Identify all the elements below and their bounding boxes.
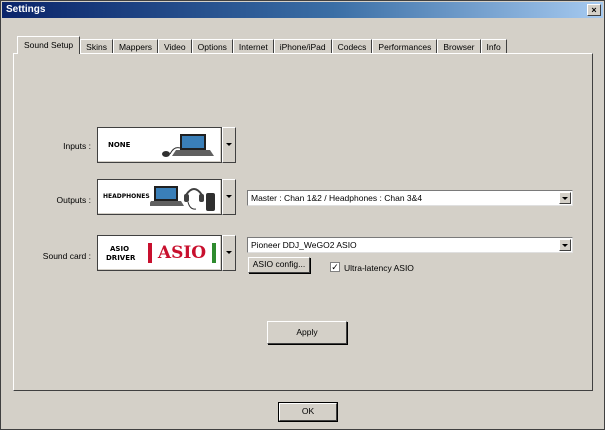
- asio-config-button[interactable]: ASIO config...: [248, 257, 310, 273]
- outputs-dropdown-button[interactable]: [222, 179, 236, 215]
- tab-codecs[interactable]: Codecs: [331, 39, 373, 54]
- inputs-label: Inputs :: [63, 141, 91, 151]
- sound-card-device-dropdown-button[interactable]: [559, 239, 571, 251]
- output-channel-select[interactable]: Master : Chan 1&2 / Headphones : Chan 3&…: [247, 190, 573, 206]
- chevron-down-icon: [226, 195, 232, 198]
- tab-info[interactable]: Info: [480, 39, 507, 54]
- sound-card-selector[interactable]: ASIO DRIVER ASIO: [97, 235, 222, 271]
- tab-mappers[interactable]: Mappers: [112, 39, 159, 54]
- sound-card-device-value: Pioneer DDJ_WeGO2 ASIO: [251, 240, 357, 250]
- chevron-down-icon: [562, 244, 568, 247]
- sound-card-label: Sound card :: [42, 251, 91, 261]
- inputs-value: NONE: [108, 141, 131, 149]
- apply-button[interactable]: Apply: [267, 321, 347, 344]
- tab-bar: Sound Setup Skins Mappers Video Options …: [17, 36, 507, 54]
- asio-logo-text: ASIO: [157, 243, 207, 263]
- sound-card-value-line1: ASIO: [110, 245, 130, 253]
- output-channel-value: Master : Chan 1&2 / Headphones : Chan 3&…: [251, 193, 423, 203]
- ultra-latency-label: Ultra-latency ASIO: [344, 263, 414, 273]
- close-button[interactable]: ×: [587, 4, 601, 16]
- chevron-down-icon: [226, 251, 232, 254]
- chevron-down-icon: [562, 197, 568, 200]
- settings-window: Settings × Sound Setup Skins Mappers Vid…: [0, 0, 605, 430]
- asio-logo: ASIO: [148, 243, 216, 263]
- sound-card-value-line2: DRIVER: [106, 254, 136, 262]
- inputs-dropdown-button[interactable]: [222, 127, 236, 163]
- tab-options[interactable]: Options: [191, 39, 233, 54]
- tab-video[interactable]: Video: [158, 39, 192, 54]
- tab-browser[interactable]: Browser: [437, 39, 481, 54]
- laptop-mouse-icon: [162, 134, 214, 157]
- sound-card-dropdown-button[interactable]: [222, 235, 236, 271]
- outputs-label: Outputs :: [56, 195, 92, 205]
- tab-skins[interactable]: Skins: [80, 39, 113, 54]
- tab-iphone-ipad[interactable]: iPhone/iPad: [273, 39, 332, 54]
- ultra-latency-checkbox[interactable]: ✓: [330, 262, 340, 272]
- close-icon: ×: [591, 5, 597, 15]
- outputs-selector[interactable]: HEADPHONES: [97, 179, 222, 215]
- tab-sound-setup[interactable]: Sound Setup: [17, 36, 81, 54]
- chevron-down-icon: [226, 143, 232, 146]
- tab-performances[interactable]: Performances: [372, 39, 438, 54]
- output-channel-dropdown-button[interactable]: [559, 192, 571, 204]
- tab-internet[interactable]: Internet: [232, 39, 274, 54]
- title-bar[interactable]: Settings ×: [2, 2, 603, 18]
- laptop-headphones-icon: [150, 186, 215, 211]
- window-title: Settings: [6, 4, 46, 15]
- ok-button[interactable]: OK: [278, 402, 338, 422]
- sound-card-device-select[interactable]: Pioneer DDJ_WeGO2 ASIO: [247, 237, 573, 253]
- inputs-selector[interactable]: NONE: [97, 127, 222, 163]
- outputs-value: HEADPHONES: [103, 193, 150, 200]
